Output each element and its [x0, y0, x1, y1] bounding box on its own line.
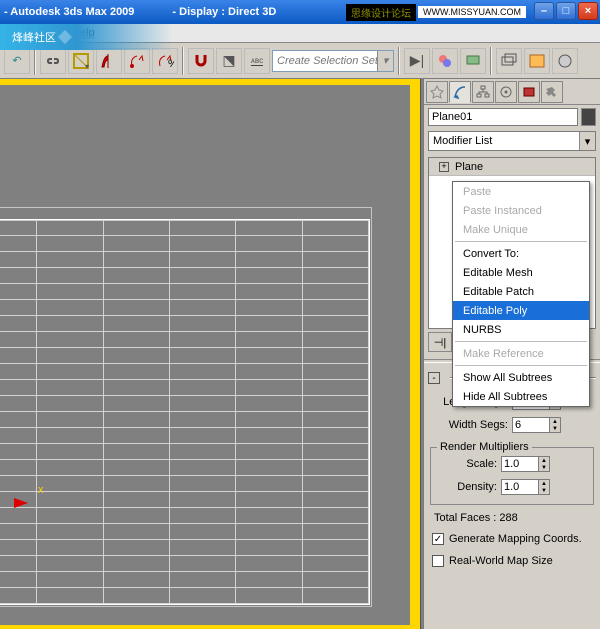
spinner-buttons[interactable]: ▲▼ [539, 479, 550, 495]
title-app: - Autodesk 3ds Max 2009 [4, 6, 134, 18]
link-button[interactable] [40, 48, 66, 74]
tb-sep [34, 47, 36, 75]
undo-button[interactable]: ↶ [4, 48, 30, 74]
minus-icon: - [428, 372, 440, 384]
total-faces-label: Total Faces : 288 [434, 512, 590, 524]
gen-mapping-checkbox[interactable]: ✓ Generate Mapping Coords. [432, 531, 592, 547]
material-button[interactable] [432, 48, 458, 74]
menu-help[interactable]: Help [72, 27, 95, 39]
utilities-tab[interactable] [541, 81, 563, 103]
extra-button[interactable] [552, 48, 578, 74]
menu-hide-all-subtrees[interactable]: Hide All Subtrees [453, 387, 589, 406]
menu-sep [455, 365, 587, 366]
menu-make-unique[interactable]: Make Unique [453, 220, 589, 239]
window-buttons: – □ × [534, 2, 598, 20]
viewport-divider[interactable] [420, 79, 423, 629]
menu-editable-mesh[interactable]: Editable Mesh [453, 263, 589, 282]
title-right: 思缘设计论坛 WWW.MISSYUAN.COM [346, 0, 528, 24]
mirror-button[interactable] [96, 48, 122, 74]
pin-stack-button[interactable]: ⊣| [428, 332, 452, 352]
motion-tab[interactable] [495, 81, 517, 103]
real-world-checkbox[interactable]: Real-World Map Size [432, 553, 592, 569]
object-color-swatch[interactable] [581, 108, 596, 126]
modifier-list-dropdown[interactable]: Modifier List ▾ [428, 131, 596, 151]
close-button[interactable]: × [578, 2, 598, 20]
x-axis-label: x [38, 484, 44, 496]
stack-item-plane[interactable]: + Plane [429, 158, 595, 176]
display-tab[interactable] [518, 81, 540, 103]
chevron-down-icon: ▾ [377, 51, 393, 71]
menu-sep [455, 241, 587, 242]
svg-text:%: % [168, 58, 174, 70]
abc-button[interactable]: ᴀʙᴄ [244, 48, 270, 74]
checkbox-icon [432, 555, 444, 567]
object-name-input[interactable] [428, 108, 578, 126]
menu-maxscript[interactable]: MAXScript [6, 27, 58, 39]
title-url: WWW.MISSYUAN.COM [418, 6, 526, 18]
modify-tab[interactable] [449, 81, 471, 103]
x-axis-arrow-icon [14, 498, 28, 508]
width-segs-label: Width Segs: [430, 419, 508, 431]
menu-convert-to[interactable]: Convert To: [453, 244, 589, 263]
menu-show-all-subtrees[interactable]: Show All Subtrees [453, 368, 589, 387]
scale-input[interactable] [501, 456, 539, 472]
stack-context-menu: Paste Paste Instanced Make Unique Conver… [452, 181, 590, 407]
menu-paste[interactable]: Paste [453, 182, 589, 201]
snap-toggle[interactable] [188, 48, 214, 74]
width-segs-input[interactable] [512, 417, 550, 433]
render-setup-button[interactable] [460, 48, 486, 74]
maximize-button[interactable]: □ [556, 2, 576, 20]
hide-button[interactable]: ▶| [404, 48, 430, 74]
tb-sep2 [182, 47, 184, 75]
title-cn: 思缘设计论坛 [346, 4, 416, 21]
plus-icon[interactable]: + [439, 162, 449, 172]
plane-object[interactable] [0, 219, 370, 605]
menu-paste-instanced[interactable]: Paste Instanced [453, 201, 589, 220]
curve-editor-button[interactable] [524, 48, 550, 74]
checkbox-icon: ✓ [432, 533, 444, 545]
menu-sep [455, 341, 587, 342]
density-label: Density: [435, 481, 497, 493]
snap-button[interactable]: % [152, 48, 178, 74]
chevron-down-icon: ▾ [579, 132, 595, 150]
tb-sep3 [398, 47, 400, 75]
menu-editable-patch[interactable]: Editable Patch [453, 282, 589, 301]
layer-button[interactable] [496, 48, 522, 74]
menu-editable-poly[interactable]: Editable Poly [453, 301, 589, 320]
menu-nurbs[interactable]: NURBS [453, 320, 589, 339]
viewport[interactable]: x [0, 79, 423, 629]
menu-bar: MAXScript Help [0, 24, 600, 43]
angle-snap[interactable]: ⬔ [216, 48, 242, 74]
command-panel-tabs [424, 79, 600, 105]
menu-make-reference[interactable]: Make Reference [453, 344, 589, 363]
minimize-button[interactable]: – [534, 2, 554, 20]
axis-gizmo[interactable]: x [14, 498, 28, 508]
main-toolbar: ↶ ▾ % ⬔ ᴀʙᴄ Create Selection Set ▾ ▶| [0, 43, 600, 79]
scale-label: Scale: [435, 458, 497, 470]
spinner-buttons[interactable]: ▲▼ [539, 456, 550, 472]
spinner-buttons[interactable]: ▲▼ [550, 417, 561, 433]
title-bar: - Autodesk 3ds Max 2009 - Display : Dire… [0, 0, 600, 24]
schematic-button[interactable]: ▾ [68, 48, 94, 74]
density-input[interactable] [501, 479, 539, 495]
render-multipliers-group: Render Multipliers Scale: ▲▼ Density: ▲▼ [430, 447, 594, 505]
group-label: Render Multipliers [437, 441, 532, 453]
create-tab[interactable] [426, 81, 448, 103]
title-display: - Display : Direct 3D [172, 6, 276, 18]
hierarchy-tab[interactable] [472, 81, 494, 103]
tb-sep4 [490, 47, 492, 75]
align-button[interactable] [124, 48, 150, 74]
selection-set-dropdown[interactable]: Create Selection Set ▾ [272, 50, 394, 72]
